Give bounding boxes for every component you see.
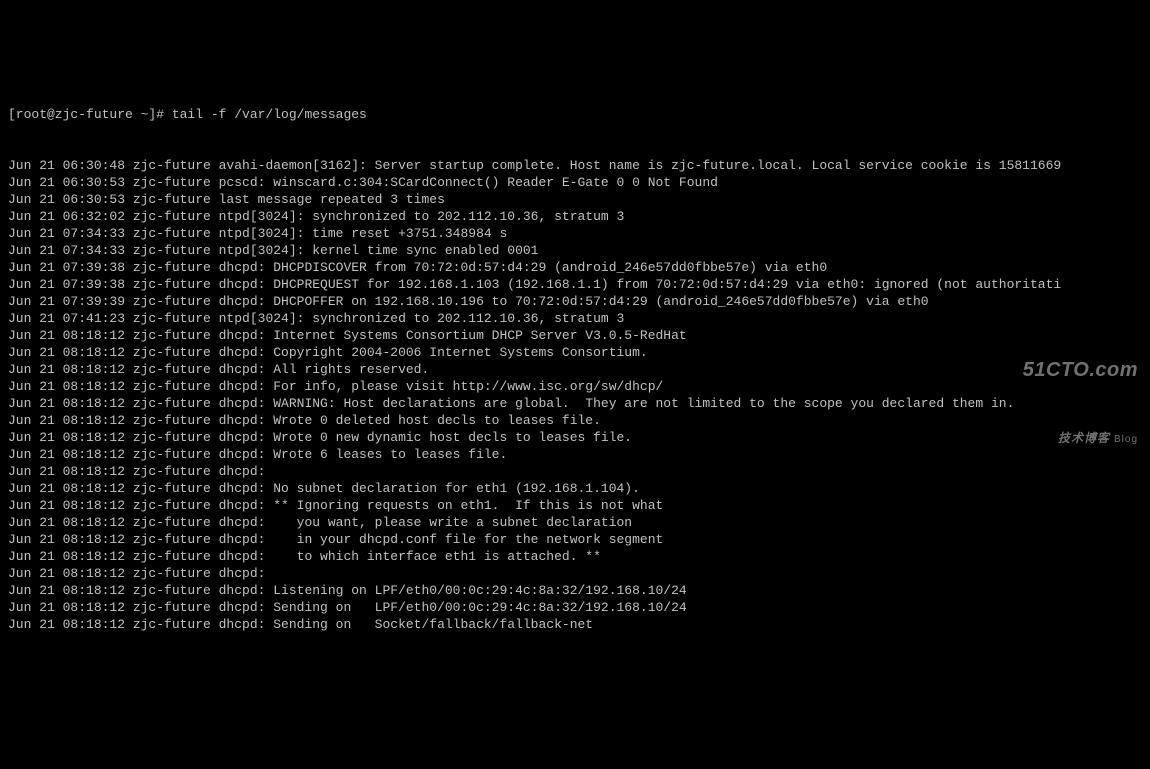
shell-prompt: [root@zjc-future ~]# tail -f /var/log/me… [8, 106, 1142, 123]
log-line: Jun 21 08:18:12 zjc-future dhcpd: [8, 565, 1142, 582]
log-line: Jun 21 08:18:12 zjc-future dhcpd: in you… [8, 531, 1142, 548]
log-line: Jun 21 06:30:53 zjc-future pcscd: winsca… [8, 174, 1142, 191]
log-line: Jun 21 08:18:12 zjc-future dhcpd: WARNIN… [8, 395, 1142, 412]
log-line: Jun 21 06:32:02 zjc-future ntpd[3024]: s… [8, 208, 1142, 225]
log-line: Jun 21 07:39:38 zjc-future dhcpd: DHCPRE… [8, 276, 1142, 293]
log-line: Jun 21 06:30:53 zjc-future last message … [8, 191, 1142, 208]
log-line: Jun 21 07:34:33 zjc-future ntpd[3024]: t… [8, 225, 1142, 242]
log-line: Jun 21 08:18:12 zjc-future dhcpd: Copyri… [8, 344, 1142, 361]
log-line: Jun 21 07:41:23 zjc-future ntpd[3024]: s… [8, 310, 1142, 327]
log-line: Jun 21 08:18:12 zjc-future dhcpd: Wrote … [8, 429, 1142, 446]
log-line: Jun 21 08:18:12 zjc-future dhcpd: Listen… [8, 582, 1142, 599]
log-line: Jun 21 07:39:39 zjc-future dhcpd: DHCPOF… [8, 293, 1142, 310]
log-line: Jun 21 08:18:12 zjc-future dhcpd: Wrote … [8, 412, 1142, 429]
log-line: Jun 21 08:18:12 zjc-future dhcpd: All ri… [8, 361, 1142, 378]
log-line: Jun 21 08:18:12 zjc-future dhcpd: you wa… [8, 514, 1142, 531]
log-line: Jun 21 07:34:33 zjc-future ntpd[3024]: k… [8, 242, 1142, 259]
log-line: Jun 21 06:30:48 zjc-future avahi-daemon[… [8, 157, 1142, 174]
log-line: Jun 21 08:18:12 zjc-future dhcpd: Sendin… [8, 616, 1142, 633]
log-output: Jun 21 06:30:48 zjc-future avahi-daemon[… [8, 157, 1142, 633]
log-line: Jun 21 08:18:12 zjc-future dhcpd: Sendin… [8, 599, 1142, 616]
terminal-output: [root@zjc-future ~]# tail -f /var/log/me… [8, 72, 1142, 650]
log-line: Jun 21 08:18:12 zjc-future dhcpd: No sub… [8, 480, 1142, 497]
log-line: Jun 21 08:18:12 zjc-future dhcpd: [8, 463, 1142, 480]
log-line: Jun 21 07:39:38 zjc-future dhcpd: DHCPDI… [8, 259, 1142, 276]
log-line: Jun 21 08:18:12 zjc-future dhcpd: Wrote … [8, 446, 1142, 463]
log-line: Jun 21 08:18:12 zjc-future dhcpd: to whi… [8, 548, 1142, 565]
log-line: Jun 21 08:18:12 zjc-future dhcpd: Intern… [8, 327, 1142, 344]
log-line: Jun 21 08:18:12 zjc-future dhcpd: For in… [8, 378, 1142, 395]
